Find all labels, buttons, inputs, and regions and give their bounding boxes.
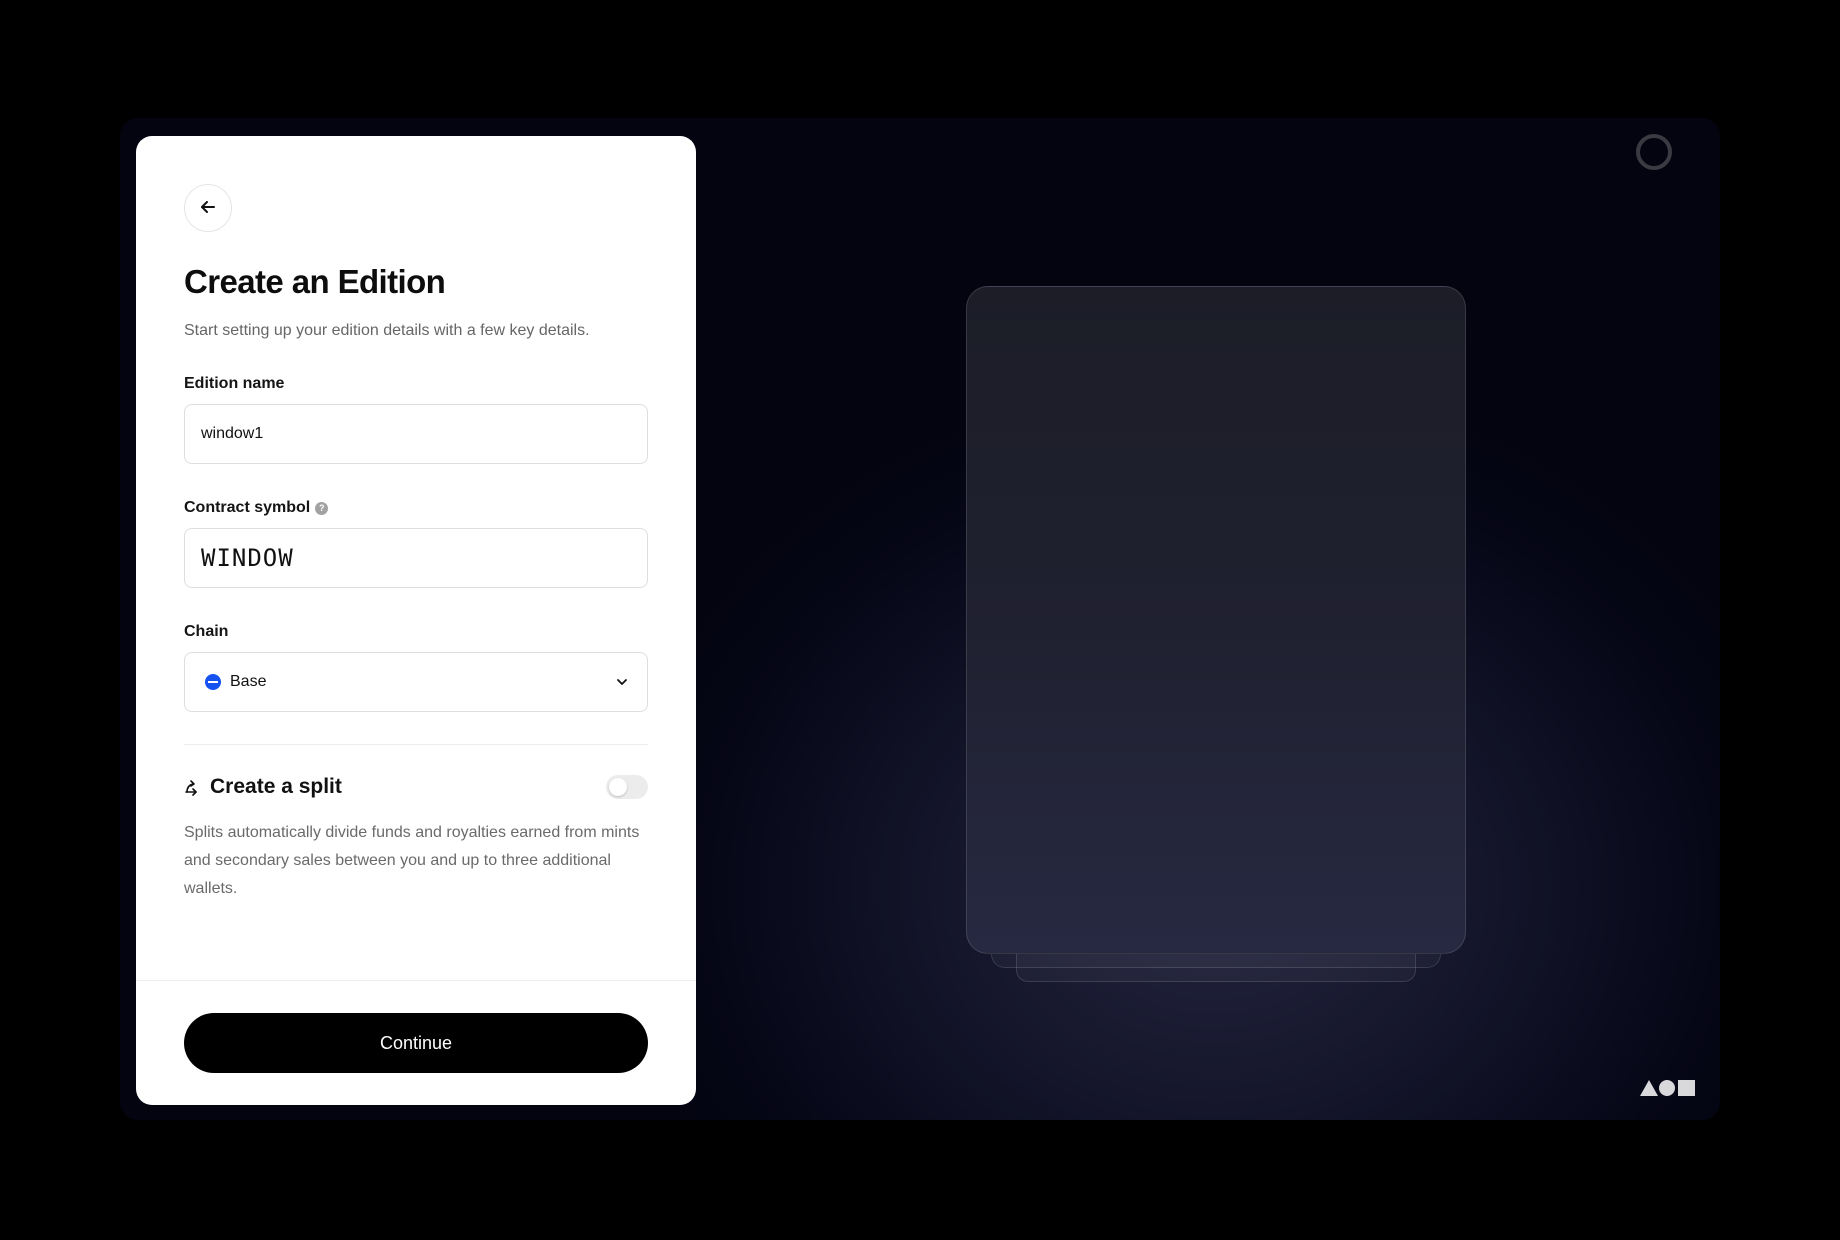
- chain-label: Chain: [184, 622, 648, 642]
- app-window: Create an Edition Start setting up your …: [120, 118, 1720, 1120]
- edition-name-label: Edition name: [184, 374, 648, 394]
- edition-name-group: Edition name: [184, 374, 648, 464]
- split-icon: [184, 778, 202, 796]
- panel-footer: Continue: [136, 980, 696, 1105]
- toggle-knob: [609, 778, 627, 796]
- contract-symbol-label-text: Contract symbol: [184, 499, 311, 516]
- split-title: Create a split: [184, 775, 342, 799]
- divider: [184, 744, 648, 745]
- edition-preview: [966, 286, 1466, 982]
- shapes-logo: [1640, 1079, 1698, 1097]
- edition-name-label-text: Edition name: [184, 375, 285, 392]
- contract-symbol-group: Contract symbol ?: [184, 498, 648, 588]
- continue-button[interactable]: Continue: [184, 1013, 648, 1073]
- chain-label-text: Chain: [184, 623, 229, 640]
- chain-select[interactable]: Base: [184, 652, 648, 712]
- page-subtitle: Start setting up your edition details wi…: [184, 322, 590, 339]
- chain-group: Chain Base: [184, 622, 648, 712]
- chevron-down-icon: [615, 675, 629, 689]
- base-chain-icon: [205, 674, 221, 690]
- page-title: Create an Edition: [184, 263, 446, 300]
- preview-card-front: [966, 286, 1466, 954]
- chain-selected-value: Base: [205, 673, 266, 691]
- split-title-text: Create a split: [210, 775, 342, 798]
- split-toggle[interactable]: [606, 775, 648, 799]
- shapes-logo-icon: [1640, 1080, 1695, 1096]
- split-description: Splits automatically divide funds and ro…: [184, 824, 640, 897]
- arrow-left-icon: [198, 197, 218, 220]
- contract-symbol-input[interactable]: [184, 528, 648, 588]
- split-row: Create a split: [184, 775, 648, 799]
- back-button[interactable]: [184, 184, 232, 232]
- panel-body: Create an Edition Start setting up your …: [184, 184, 648, 903]
- loading-ring-icon: [1636, 134, 1672, 170]
- create-edition-panel: Create an Edition Start setting up your …: [136, 136, 696, 1105]
- edition-name-input[interactable]: [184, 404, 648, 464]
- question-icon[interactable]: ?: [315, 501, 329, 515]
- chain-selected-text: Base: [230, 673, 267, 690]
- contract-symbol-label: Contract symbol ?: [184, 498, 648, 518]
